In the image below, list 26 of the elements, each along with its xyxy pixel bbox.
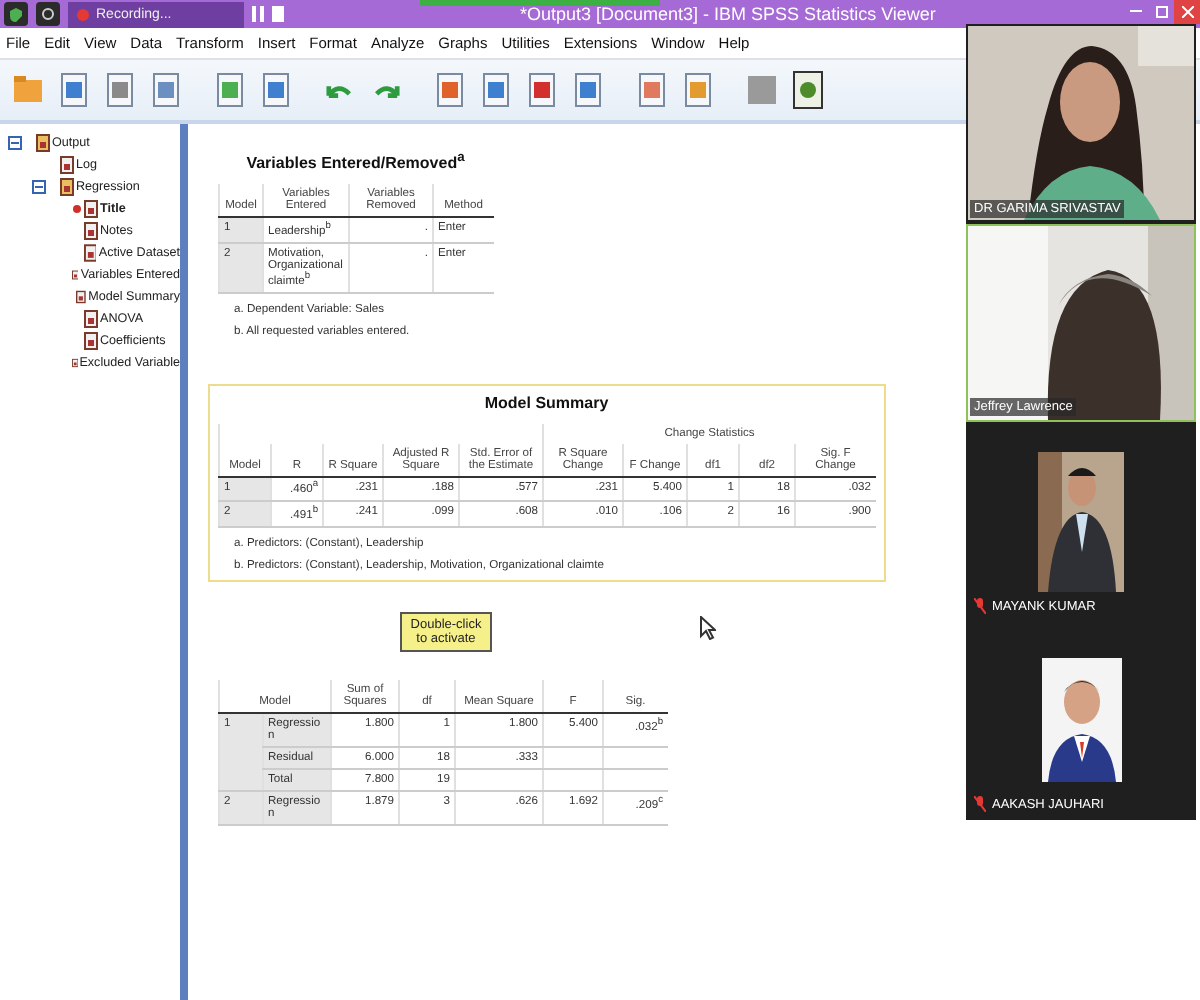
- book-icon: [60, 178, 74, 196]
- book-icon: [71, 354, 78, 372]
- record-icon: [76, 7, 90, 21]
- redo-icon: [372, 81, 400, 99]
- book-icon: [36, 134, 50, 152]
- table-title: Variables Entered/Removed$^{a}$: [244, 150, 467, 172]
- pivot-table-frame[interactable]: [208, 383, 886, 583]
- window-title: *Output3 [Document3] - IBM SPSS Statistics Viewer: [520, 4, 936, 24]
- current-item-icon: [72, 204, 82, 214]
- book-icon: [83, 244, 97, 262]
- info-icon[interactable]: [36, 2, 60, 26]
- shield-icon[interactable]: [4, 2, 28, 26]
- book-icon: [84, 200, 98, 218]
- book-icon: [76, 288, 87, 306]
- pause-icon[interactable]: [252, 6, 264, 22]
- collapse-icon[interactable]: [32, 180, 46, 194]
- close-icon[interactable]: [1174, 0, 1200, 24]
- mouse-pointer-icon: [700, 616, 716, 641]
- undo-icon: [326, 81, 354, 99]
- table-title: Model Summary: [482, 393, 611, 411]
- collapse-icon[interactable]: [8, 136, 22, 150]
- book-icon: [84, 310, 98, 328]
- book-icon: [84, 222, 98, 240]
- book-icon: [71, 266, 79, 284]
- book-icon: [60, 156, 74, 174]
- book-icon: [84, 332, 98, 350]
